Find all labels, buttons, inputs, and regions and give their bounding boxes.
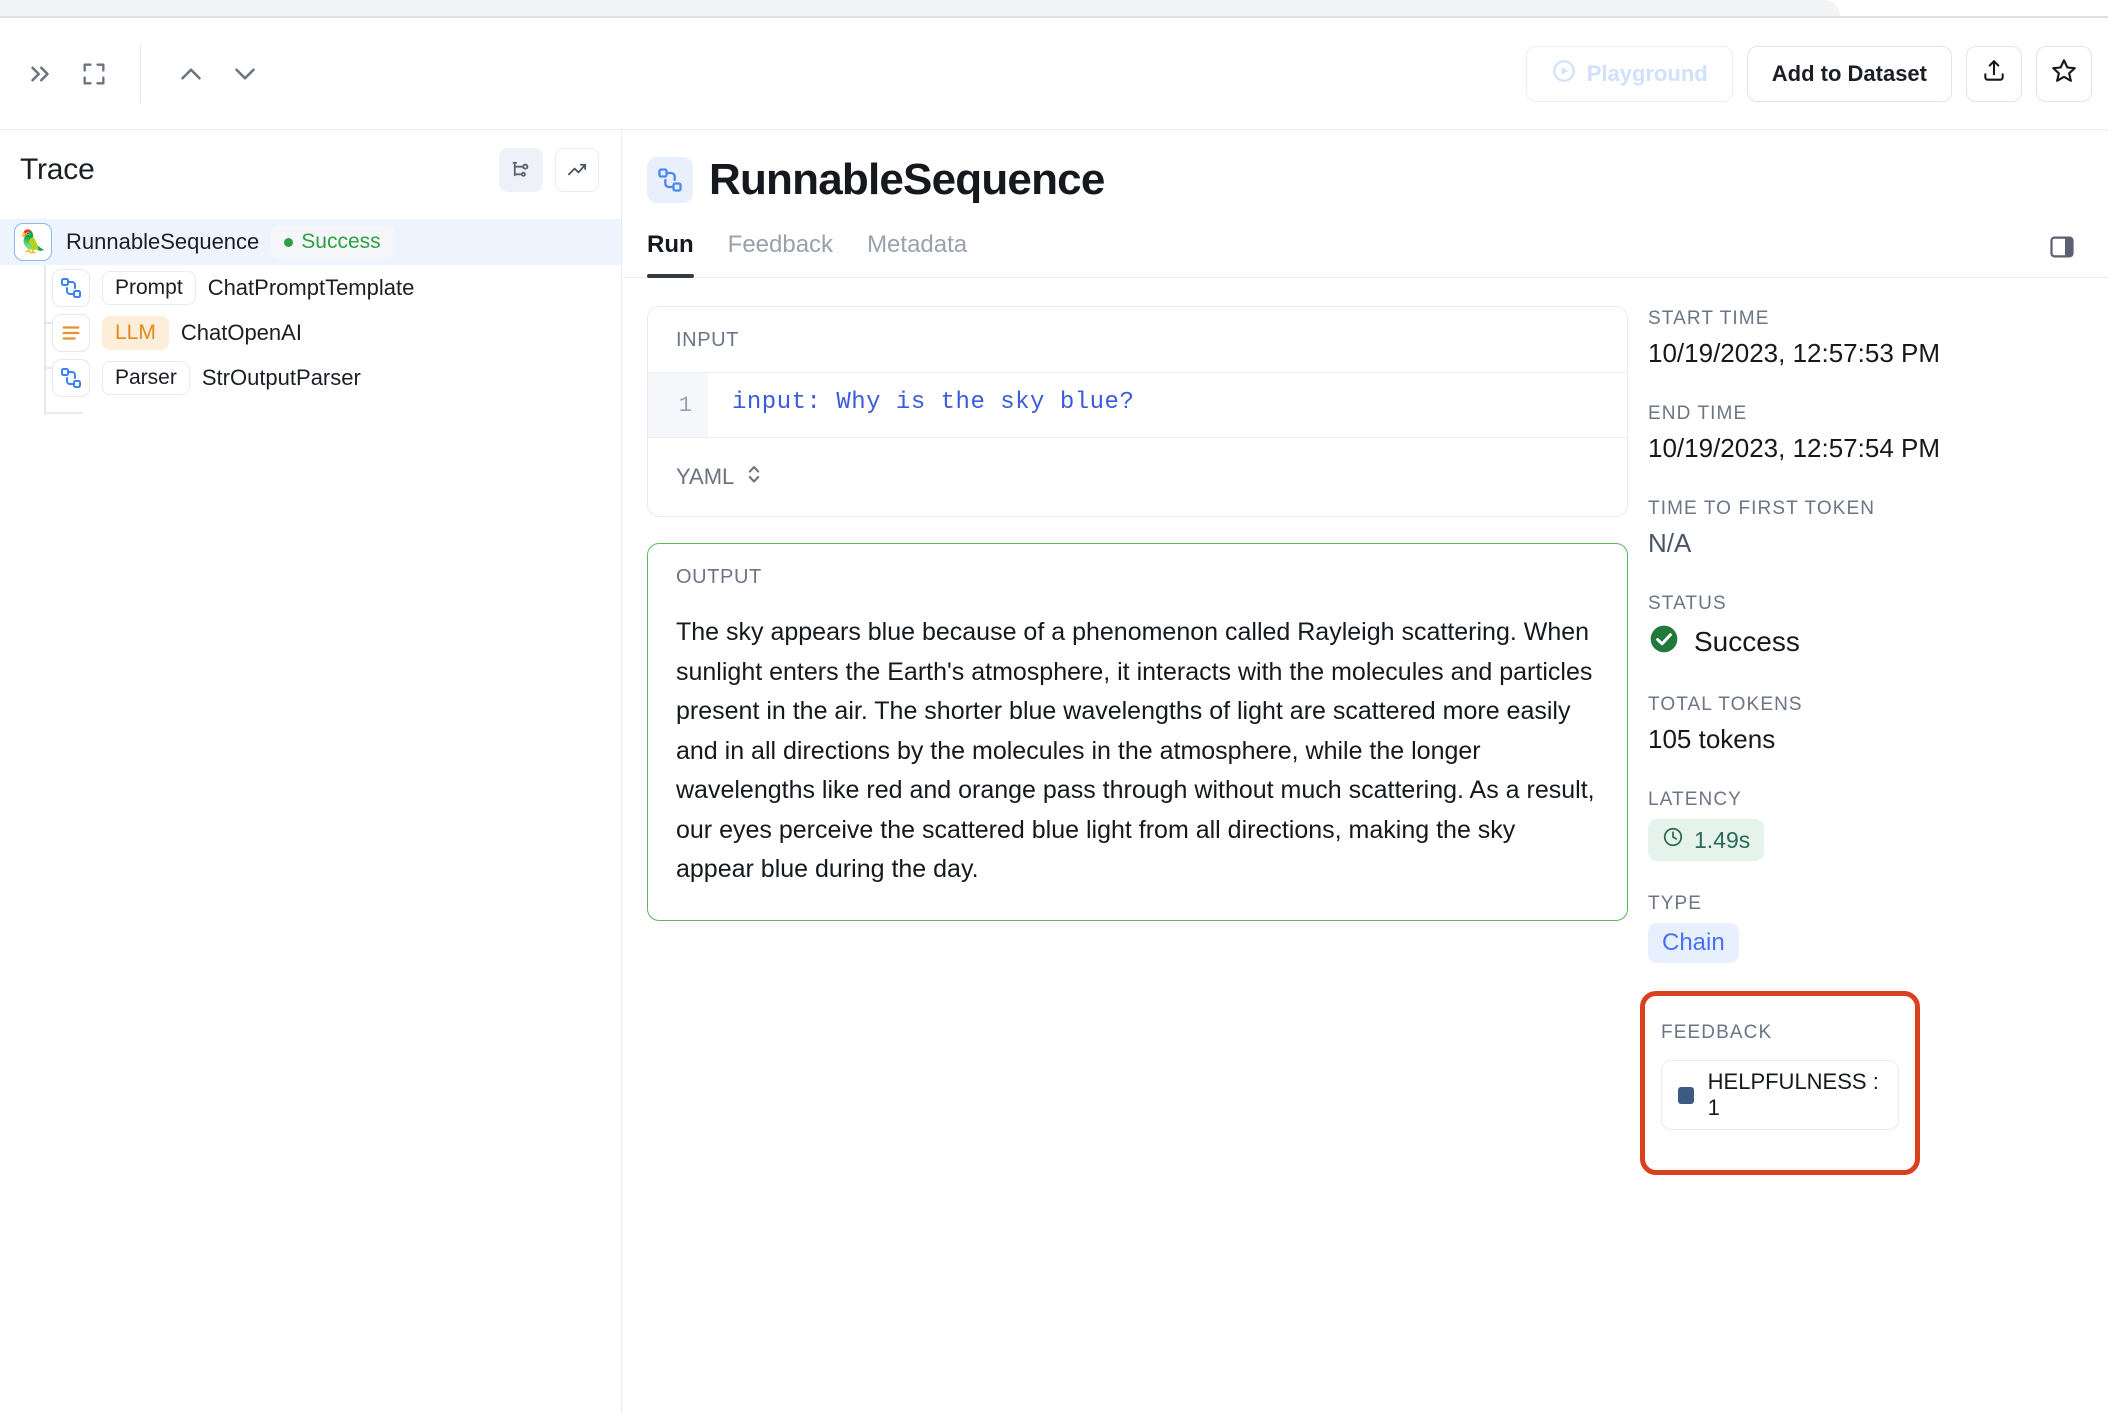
page-title: RunnableSequence	[709, 155, 1105, 204]
chevrons-right-icon[interactable]	[14, 48, 66, 100]
feedback-section-highlight: FEEDBACK HELPFULNESS : 1	[1640, 991, 1920, 1175]
play-circle-icon	[1551, 58, 1577, 90]
type-badge[interactable]: Chain	[1648, 923, 1739, 963]
feedback-item[interactable]: HELPFULNESS : 1	[1661, 1060, 1899, 1130]
tree-item-label: ChatOpenAI	[180, 319, 302, 345]
tree-item-parser[interactable]: Parser StrOutputParser	[0, 355, 621, 400]
star-icon	[2050, 57, 2078, 91]
feedback-item-label: HELPFULNESS : 1	[1707, 1069, 1879, 1120]
run-detail-panel: RunnableSequence Run Feedback Metadata I…	[623, 131, 2108, 1414]
time-to-first-token-value: N/A	[1648, 528, 1692, 558]
share-upload-icon	[1981, 58, 2007, 90]
end-time-value: 10/19/2023, 12:57:54 PM	[1648, 433, 1941, 463]
share-button[interactable]	[1966, 45, 2022, 102]
check-circle-icon	[1648, 623, 1680, 660]
run-header: RunnableSequence	[623, 131, 2108, 205]
side-panel-icon[interactable]	[2042, 227, 2082, 267]
trending-up-icon[interactable]	[555, 148, 599, 192]
start-time-value: 10/19/2023, 12:57:53 PM	[1648, 338, 1941, 368]
input-code-line: input: Why is the sky blue?	[732, 389, 1135, 416]
chevron-up-icon[interactable]	[165, 48, 217, 100]
format-label: YAML	[676, 464, 735, 489]
tree-item-runnablesequence[interactable]: 🦜 RunnableSequence Success	[0, 219, 621, 265]
run-meta-column: START TIME 10/19/2023, 12:57:53 PM END T…	[1628, 278, 2088, 1175]
tree-item-tag: Prompt	[102, 270, 196, 305]
run-io-column: INPUT 1 input: Why is the sky blue? YAML…	[623, 278, 1628, 1175]
expand-icon[interactable]	[68, 48, 120, 100]
tree-item-tag: Parser	[102, 360, 190, 395]
output-text: The sky appears blue because of a phenom…	[676, 618, 1595, 883]
llm-icon	[52, 313, 90, 352]
chevron-down-icon[interactable]	[219, 48, 271, 100]
tab-run[interactable]: Run	[647, 231, 694, 278]
total-tokens-label: TOTAL TOKENS	[1648, 694, 1803, 715]
clock-icon	[1662, 826, 1684, 854]
output-card: OUTPUT The sky appears blue because of a…	[647, 543, 1628, 921]
toolbar-left-group	[0, 44, 271, 103]
tab-metadata[interactable]: Metadata	[867, 231, 967, 277]
tab-feedback[interactable]: Feedback	[728, 231, 833, 277]
latency-label: LATENCY	[1648, 789, 1742, 810]
format-selector[interactable]: YAML	[648, 438, 1627, 516]
playground-button[interactable]: Playground	[1525, 45, 1733, 102]
line-number: 1	[648, 373, 708, 437]
latency-badge: 1.49s	[1648, 819, 1765, 861]
trace-tree: 🦜 RunnableSequence Success Prompt ChatPr…	[0, 219, 621, 415]
playground-label: Playground	[1586, 60, 1708, 86]
add-to-dataset-button[interactable]: Add to Dataset	[1746, 45, 1952, 102]
input-label: INPUT	[676, 329, 739, 351]
tree-item-tag: LLM	[102, 315, 169, 350]
trace-sidebar: Trace 🦜 RunnableSequence Success Prompt …	[0, 131, 622, 1414]
latency-value: 1.49s	[1694, 826, 1751, 853]
run-content: INPUT 1 input: Why is the sky blue? YAML…	[623, 278, 2108, 1175]
favorite-button[interactable]	[2036, 45, 2092, 102]
status-row: Success	[1648, 623, 2088, 660]
status-value: Success	[1694, 625, 1800, 657]
chevron-up-down-icon	[746, 462, 762, 492]
toolbar-right-group: Playground Add to Dataset	[1525, 45, 2108, 102]
top-toolbar: Playground Add to Dataset	[0, 18, 2108, 130]
tree-item-prompt[interactable]: Prompt ChatPromptTemplate	[0, 265, 621, 310]
trace-title: Trace	[20, 153, 95, 186]
trace-header-actions	[499, 148, 599, 192]
feedback-label: FEEDBACK	[1661, 1022, 1773, 1043]
output-label: OUTPUT	[676, 566, 762, 588]
tree-item-label: StrOutputParser	[201, 364, 361, 390]
status-label: STATUS	[1648, 593, 1727, 614]
status-dot-icon	[284, 237, 294, 247]
run-tabs: Run Feedback Metadata	[623, 227, 2108, 278]
total-tokens-value: 105 tokens	[1648, 724, 1776, 754]
tree-item-label: ChatPromptTemplate	[207, 274, 415, 300]
add-to-dataset-label: Add to Dataset	[1771, 60, 1927, 86]
start-time-label: START TIME	[1648, 308, 1770, 329]
tree-item-llm[interactable]: LLM ChatOpenAI	[0, 310, 621, 355]
chain-icon	[52, 358, 90, 397]
chain-icon	[52, 268, 90, 307]
tree-item-label: RunnableSequence	[66, 229, 260, 254]
feedback-color-swatch-icon	[1678, 1086, 1694, 1104]
type-label: TYPE	[1648, 893, 1703, 914]
toolbar-divider	[140, 44, 141, 103]
status-badge-label: Success	[301, 230, 381, 253]
tree-graph-icon[interactable]	[499, 148, 543, 192]
parrot-icon: 🦜	[14, 223, 52, 261]
status-badge: Success	[271, 225, 394, 259]
input-card: INPUT 1 input: Why is the sky blue? YAML	[647, 306, 1628, 517]
input-code-editor[interactable]: 1 input: Why is the sky blue?	[648, 372, 1627, 438]
drawer-top-edge	[0, 0, 1840, 16]
end-time-label: END TIME	[1648, 403, 1748, 424]
trace-header: Trace	[0, 131, 621, 209]
time-to-first-token-label: TIME TO FIRST TOKEN	[1648, 498, 1876, 519]
chain-icon	[647, 157, 693, 203]
